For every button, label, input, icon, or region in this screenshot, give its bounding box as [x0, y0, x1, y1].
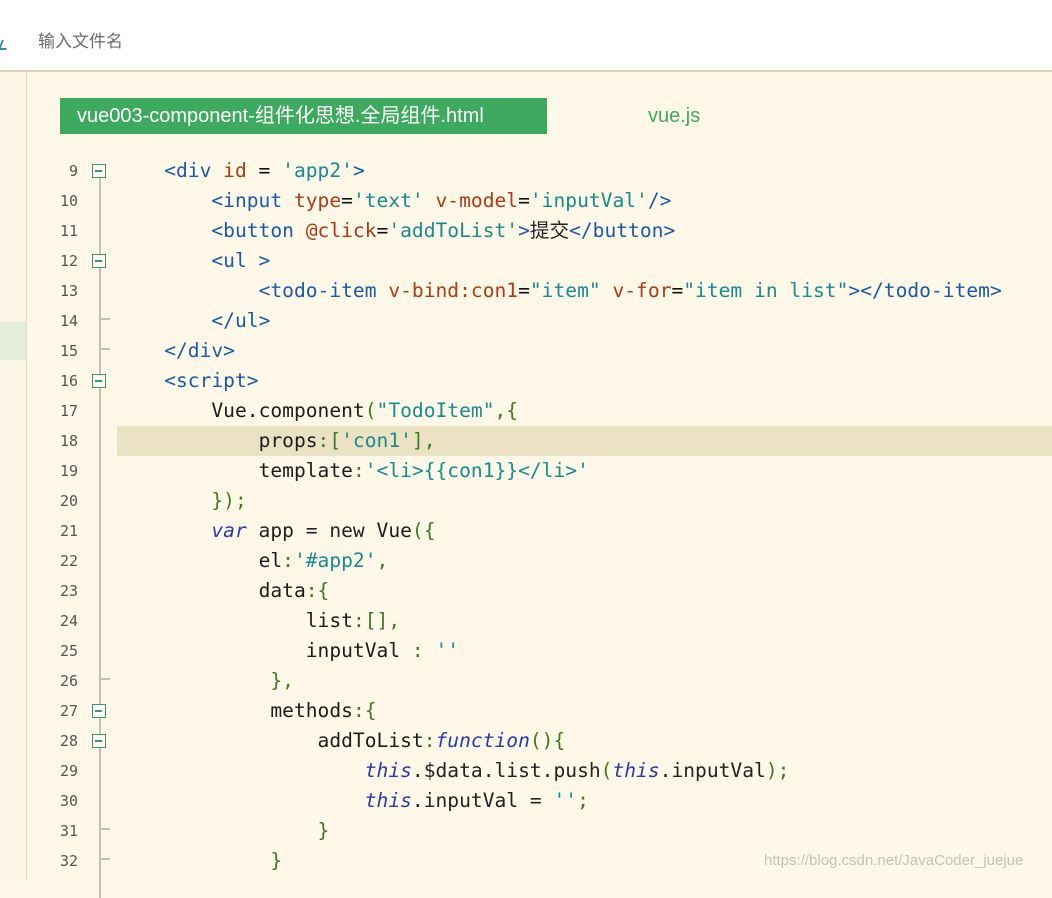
code-text: <script> [164, 369, 259, 392]
gutter-marker [0, 322, 26, 360]
code-text: addToList:function(){ [317, 729, 566, 752]
line-number: 23 [59, 582, 78, 600]
code-line[interactable]: 29 this.$data.list.push(this.inputVal); [26, 756, 1052, 786]
watermark: https://blog.csdn.net/JavaCoder_juejue [764, 852, 1024, 869]
line-number: 26 [59, 672, 78, 690]
search-icon [0, 40, 10, 50]
line-number: 29 [59, 762, 78, 780]
line-number: 9 [68, 162, 78, 180]
code-line[interactable]: 11 <button @click='addToList'>提交</button… [26, 216, 1052, 246]
code-text: props:['con1'], [258, 429, 436, 452]
code-line[interactable]: 27 methods:{ [26, 696, 1052, 726]
code-text: } [270, 849, 283, 872]
line-number: 14 [59, 312, 78, 330]
fold-toggle-icon[interactable] [92, 254, 106, 268]
line-number: 30 [59, 792, 78, 810]
code-text: }, [270, 669, 294, 692]
code-text: } [317, 819, 330, 842]
fold-end-marker [99, 318, 110, 320]
fold-end-marker [99, 348, 110, 350]
code-line[interactable]: 12 <ul > [26, 246, 1052, 276]
code-line[interactable]: 21 var app = new Vue({ [26, 516, 1052, 546]
code-text: list:[], [305, 609, 401, 632]
code-text: <input type='text' v-model='inputVal'/> [211, 189, 672, 212]
line-number: 28 [59, 732, 78, 750]
code-line[interactable]: 9 <div id = 'app2'> [26, 156, 1052, 186]
code-text: <ul > [211, 249, 271, 272]
code-text: <button @click='addToList'>提交</button> [211, 219, 676, 242]
line-number: 15 [59, 342, 78, 360]
line-number: 11 [59, 222, 78, 240]
code-line[interactable]: 26 }, [26, 666, 1052, 696]
line-number: 27 [59, 702, 78, 720]
file-name-search-input[interactable] [38, 30, 438, 54]
code-text: Vue.component("TodoItem",{ [211, 399, 519, 422]
line-number: 18 [59, 432, 78, 450]
fold-end-marker [99, 828, 110, 830]
line-number: 20 [59, 492, 78, 510]
code-line[interactable]: 19 template:'<li>{{con1}}</li>' [26, 456, 1052, 486]
line-number: 32 [59, 852, 78, 870]
line-number: 25 [59, 642, 78, 660]
code-text: inputVal : '' [305, 639, 460, 662]
line-number: 24 [59, 612, 78, 630]
code-line[interactable]: 16 <script> [26, 366, 1052, 396]
line-number: 10 [59, 192, 78, 210]
code-text: }); [211, 489, 247, 512]
line-number: 13 [59, 282, 78, 300]
fold-toggle-icon[interactable] [92, 374, 106, 388]
file-search-bar [0, 6, 1052, 70]
code-text: this.inputVal = ''; [364, 789, 589, 812]
fold-toggle-icon[interactable] [92, 164, 106, 178]
tab-vue-js[interactable]: vue.js [648, 98, 700, 134]
tab-vue003-component-html[interactable]: vue003-component-组件化思想.全局组件.html [60, 98, 547, 134]
fold-toggle-icon[interactable] [92, 734, 106, 748]
code-text: <div id = 'app2'> [164, 159, 365, 182]
code-line[interactable]: 14 </ul> [26, 306, 1052, 336]
code-line[interactable]: 28 addToList:function(){ [26, 726, 1052, 756]
line-number: 21 [59, 522, 78, 540]
code-line[interactable]: 25 inputVal : '' [26, 636, 1052, 666]
code-text: </div> [164, 339, 235, 362]
left-gutter-strip [0, 72, 27, 881]
code-line[interactable]: 22 el:'#app2', [26, 546, 1052, 576]
code-editor[interactable]: 9 <div id = 'app2'> 10 <input type='text'… [26, 156, 1052, 898]
code-text: var app = new Vue({ [211, 519, 436, 542]
line-number: 19 [59, 462, 78, 480]
line-number: 17 [59, 402, 78, 420]
line-number: 31 [59, 822, 78, 840]
fold-end-marker [99, 858, 110, 860]
line-number: 22 [59, 552, 78, 570]
code-line[interactable]: 18 props:['con1'], [26, 426, 1052, 456]
code-line[interactable]: 31 } [26, 816, 1052, 846]
code-text: template:'<li>{{con1}}</li>' [258, 459, 589, 482]
code-line[interactable]: 13 <todo-item v-bind:con1="item" v-for="… [26, 276, 1052, 306]
code-text: methods:{ [270, 699, 377, 722]
fold-end-marker [99, 678, 110, 680]
line-number: 12 [59, 252, 78, 270]
line-number: 16 [59, 372, 78, 390]
code-text: </ul> [211, 309, 271, 332]
code-line[interactable]: 23 data:{ [26, 576, 1052, 606]
code-line[interactable]: 20 }); [26, 486, 1052, 516]
code-text: <todo-item v-bind:con1="item" v-for="ite… [258, 279, 1002, 302]
toolbar-divider [0, 70, 1052, 72]
code-line[interactable]: 17 Vue.component("TodoItem",{ [26, 396, 1052, 426]
code-text: el:'#app2', [258, 549, 389, 572]
code-line[interactable]: 24 list:[], [26, 606, 1052, 636]
fold-toggle-icon[interactable] [92, 704, 106, 718]
code-line[interactable]: 10 <input type='text' v-model='inputVal'… [26, 186, 1052, 216]
code-line[interactable]: 30 this.inputVal = ''; [26, 786, 1052, 816]
code-line[interactable]: 15 </div> [26, 336, 1052, 366]
code-text: data:{ [258, 579, 330, 602]
code-text: this.$data.list.push(this.inputVal); [364, 759, 790, 782]
